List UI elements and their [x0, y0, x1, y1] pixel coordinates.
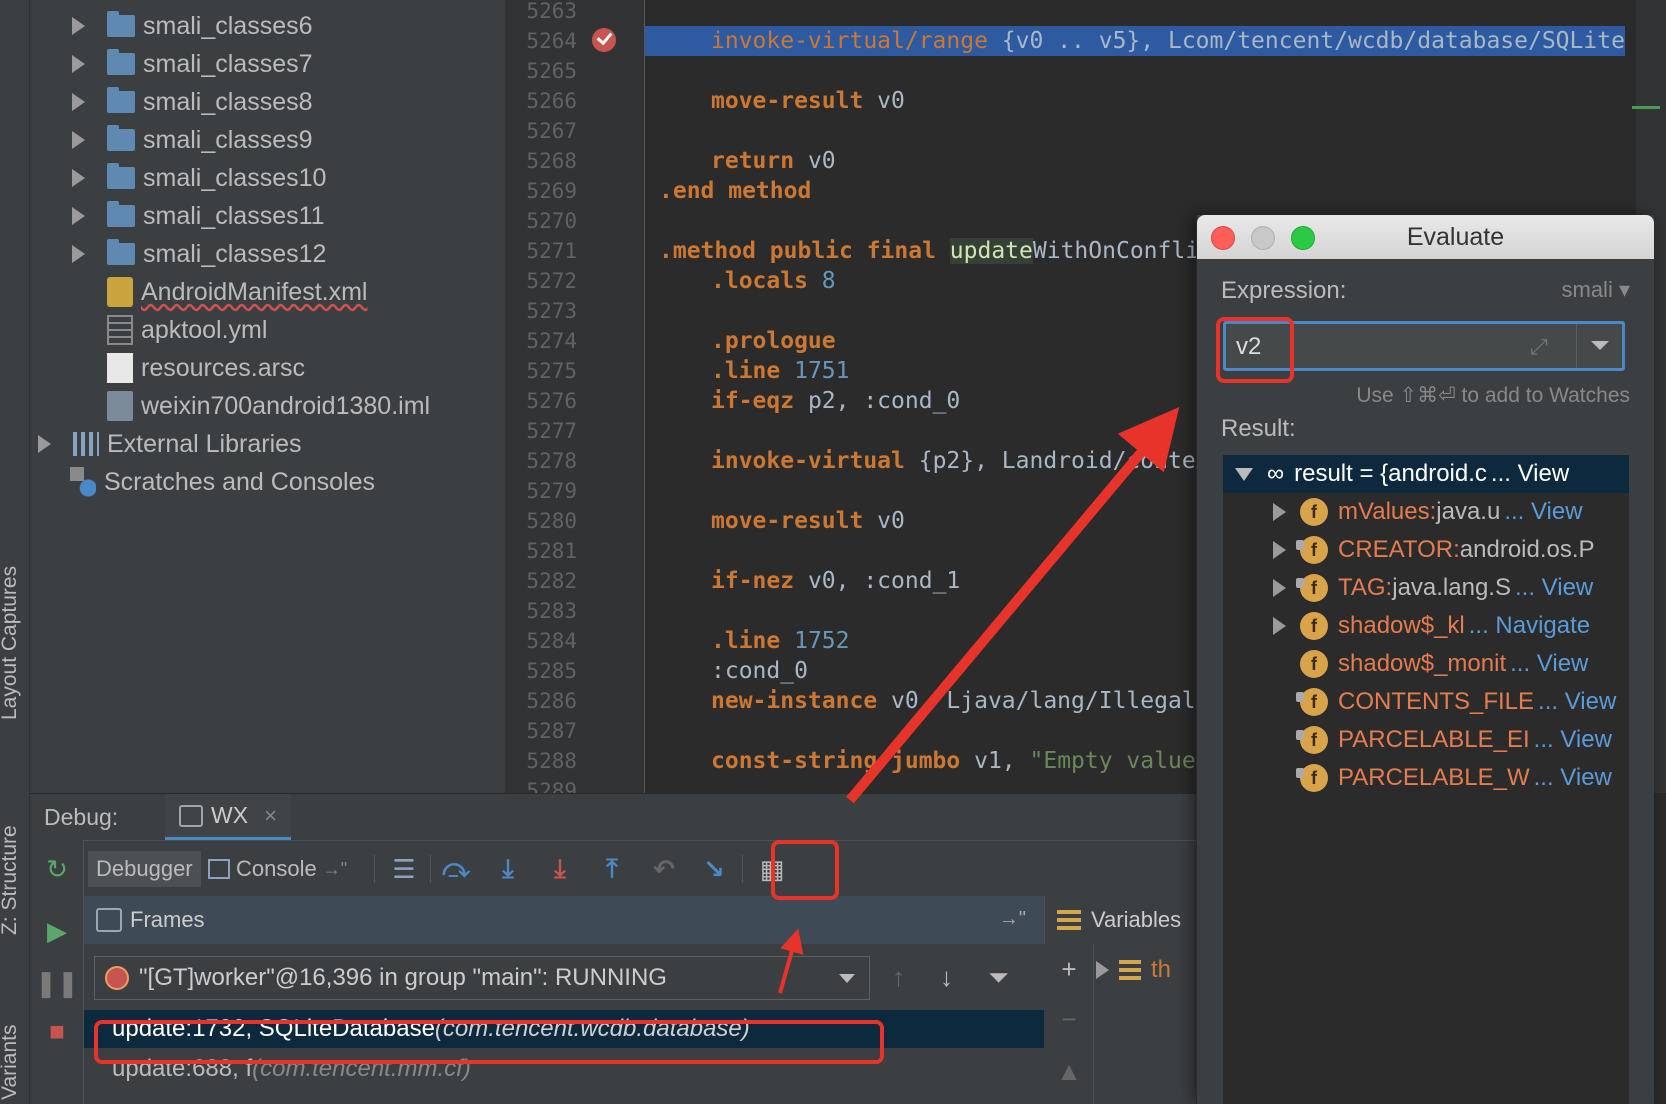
annotation-arrow-small — [778, 928, 804, 994]
annotation-arrows — [778, 407, 1180, 994]
annotation-arrow-large — [846, 407, 1180, 804]
